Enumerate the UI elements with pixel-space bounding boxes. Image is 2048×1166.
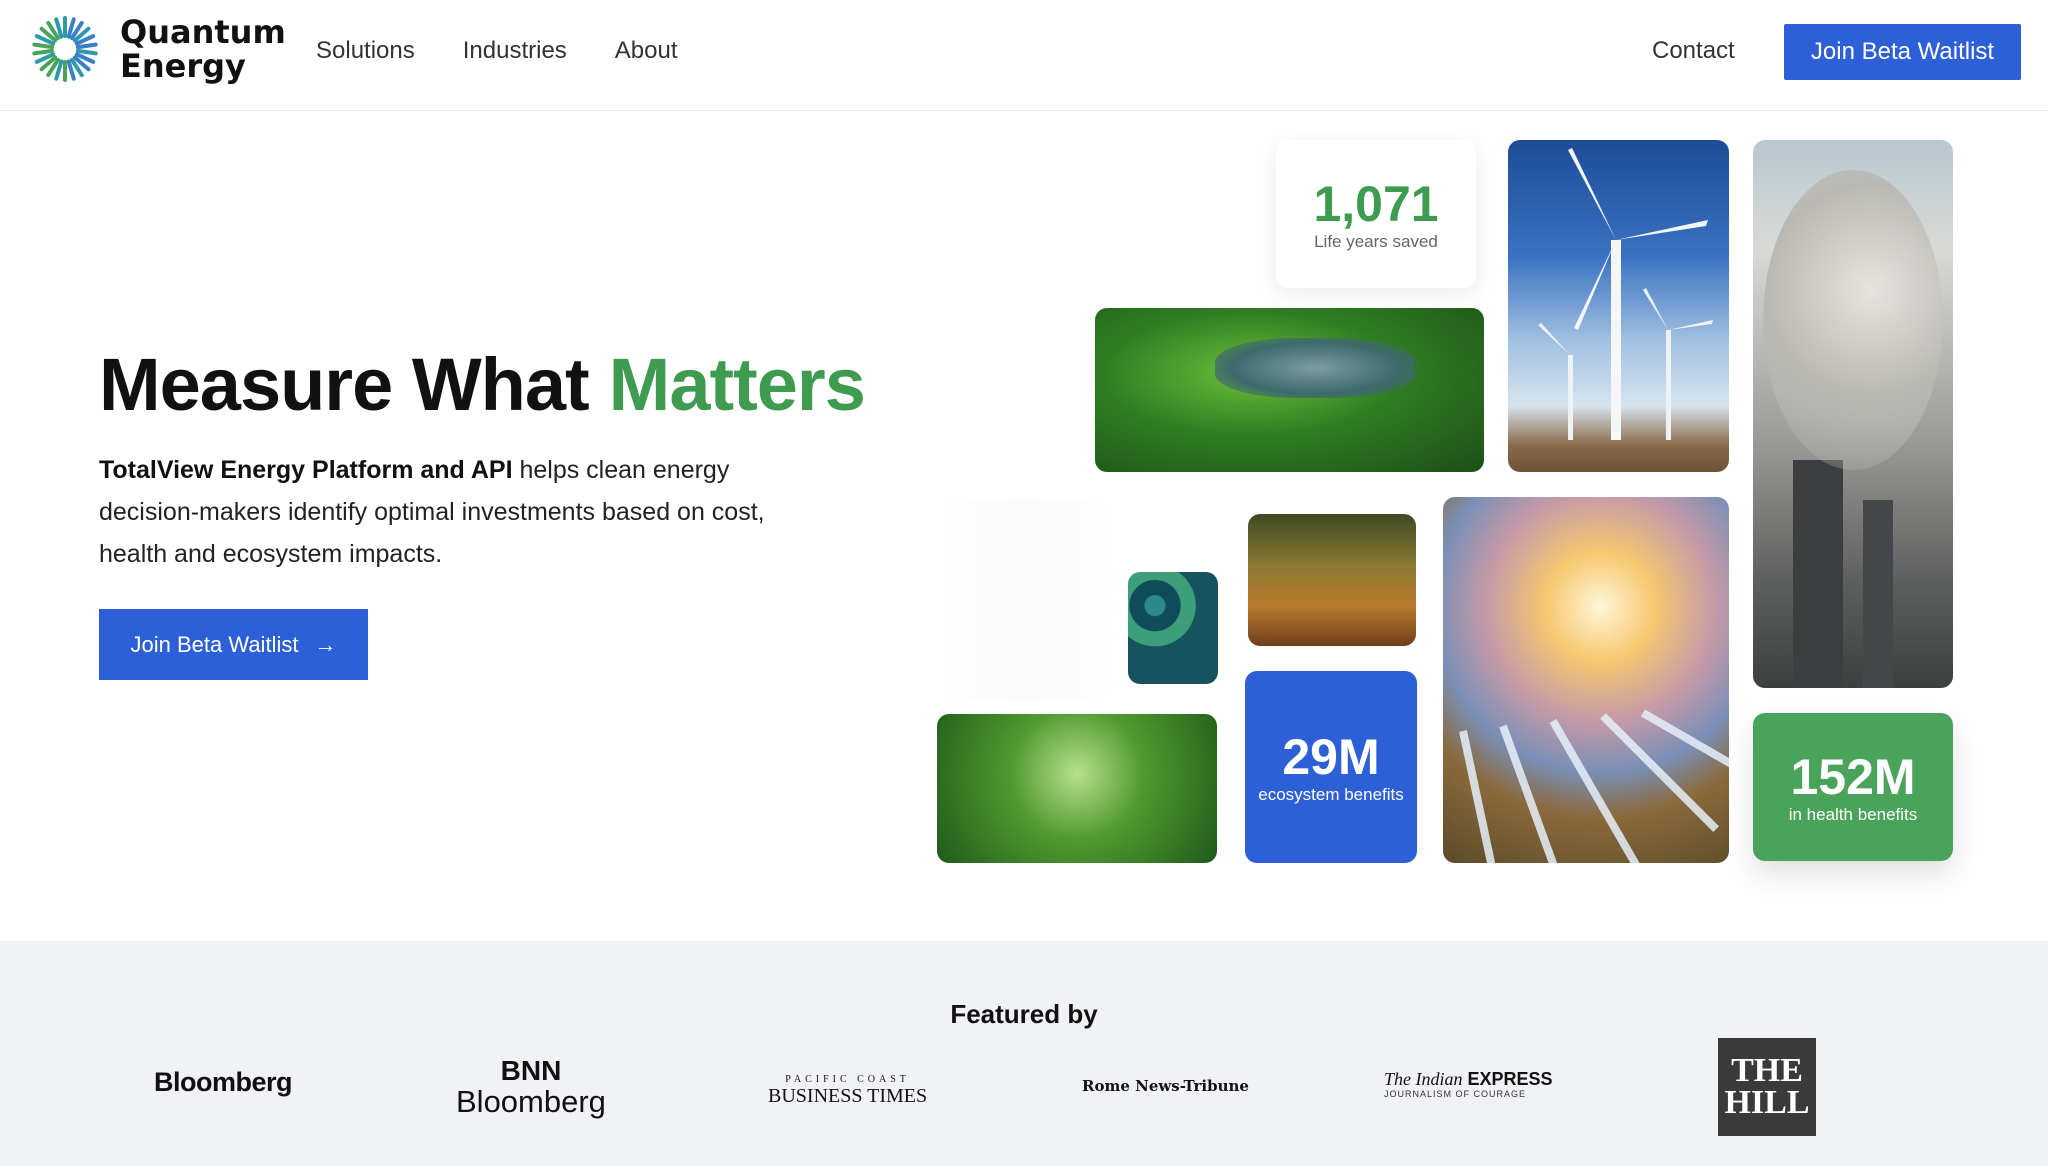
stat-label: Life years saved bbox=[1314, 232, 1438, 251]
indian-express-logo: The Indian EXPRESS JOURNALISM OF COURAGE bbox=[1384, 1069, 1553, 1099]
arrow-right-icon: → bbox=[314, 631, 337, 657]
header-join-waitlist-button[interactable]: Join Beta Waitlist bbox=[1784, 24, 2021, 80]
logo-line1: Quantum bbox=[120, 13, 286, 51]
solar-panels-image bbox=[1443, 497, 1729, 863]
the-hill-logo: THE HILL bbox=[1718, 1038, 1816, 1136]
pacific-logo-top: PACIFIC COAST bbox=[785, 1074, 910, 1085]
indian-express-bold: EXPRESS bbox=[1467, 1069, 1553, 1089]
site-header: Quantum Energy Solutions Industries Abou… bbox=[0, 0, 2048, 111]
solar-panel-row bbox=[1499, 724, 1562, 863]
logo[interactable]: Quantum Energy bbox=[30, 14, 286, 84]
hero-title-main: Measure What bbox=[99, 343, 590, 426]
featured-section: Featured by Bloomberg BNN Bloomberg PACI… bbox=[0, 941, 2048, 1166]
rome-news-tribune-logo: Rome News-Tribune bbox=[1082, 1077, 1249, 1095]
peacock-feather-image bbox=[1128, 572, 1218, 684]
hero-title: Measure What Matters bbox=[99, 342, 866, 427]
bnn-bloomberg-logo: BNN Bloomberg bbox=[456, 1057, 606, 1119]
stat-card-life-years: 1,071 Life years saved bbox=[1276, 140, 1476, 288]
smokestack-image bbox=[1753, 140, 1953, 688]
aerial-forest-image bbox=[1095, 308, 1484, 472]
stat-card-ecosystem: 29M ecosystem benefits bbox=[1245, 671, 1417, 863]
hero-description: TotalView Energy Platform and API helps … bbox=[99, 449, 779, 575]
hero-description-product: TotalView Energy Platform and API bbox=[99, 456, 513, 484]
logo-wordmark: Quantum Energy bbox=[120, 15, 286, 83]
wind-turbine-icon bbox=[1538, 148, 1713, 440]
pacific-logo-bottom: BUSINESS TIMES bbox=[768, 1085, 928, 1107]
faded-image bbox=[935, 500, 1115, 700]
indian-express-italic: The Indian bbox=[1384, 1069, 1463, 1089]
wind-turbines-image bbox=[1508, 140, 1729, 472]
bnn-logo-top: BNN bbox=[500, 1055, 562, 1086]
featured-title: Featured by bbox=[950, 999, 1098, 1029]
hero-join-waitlist-button[interactable]: Join Beta Waitlist → bbox=[99, 609, 368, 680]
indian-express-tagline: JOURNALISM OF COURAGE bbox=[1384, 1089, 1527, 1099]
sunburst-logo-icon bbox=[32, 16, 98, 82]
stat-card-health: 152M in health benefits bbox=[1753, 713, 1953, 861]
stat-value: 29M bbox=[1282, 729, 1380, 785]
forest-path-image bbox=[1248, 514, 1416, 646]
stat-value: 1,071 bbox=[1313, 176, 1439, 232]
nav-solutions[interactable]: Solutions bbox=[316, 37, 415, 65]
the-hill-bottom: HILL bbox=[1724, 1084, 1810, 1121]
stat-value: 152M bbox=[1790, 749, 1916, 805]
logo-line2: Energy bbox=[120, 47, 246, 85]
hero-cta-label: Join Beta Waitlist bbox=[130, 631, 299, 657]
nav-industries[interactable]: Industries bbox=[463, 37, 567, 65]
forest-canopy-image bbox=[937, 714, 1217, 863]
stat-label: in health benefits bbox=[1788, 805, 1918, 824]
solar-panel-row bbox=[1459, 730, 1499, 863]
bloomberg-logo: Bloomberg bbox=[154, 1067, 293, 1097]
nav-about[interactable]: About bbox=[615, 37, 678, 65]
the-hill-top: THE bbox=[1731, 1052, 1803, 1089]
solar-panel-row bbox=[1600, 713, 1719, 832]
hero-title-accent: Matters bbox=[608, 343, 866, 426]
stat-label: ecosystem benefits bbox=[1258, 785, 1404, 804]
main-nav: Solutions Industries About bbox=[316, 37, 678, 65]
nav-contact[interactable]: Contact bbox=[1652, 37, 1735, 65]
pacific-coast-business-times-logo: PACIFIC COAST BUSINESS TIMES bbox=[768, 1074, 928, 1108]
bnn-logo-bottom: Bloomberg bbox=[456, 1084, 606, 1119]
